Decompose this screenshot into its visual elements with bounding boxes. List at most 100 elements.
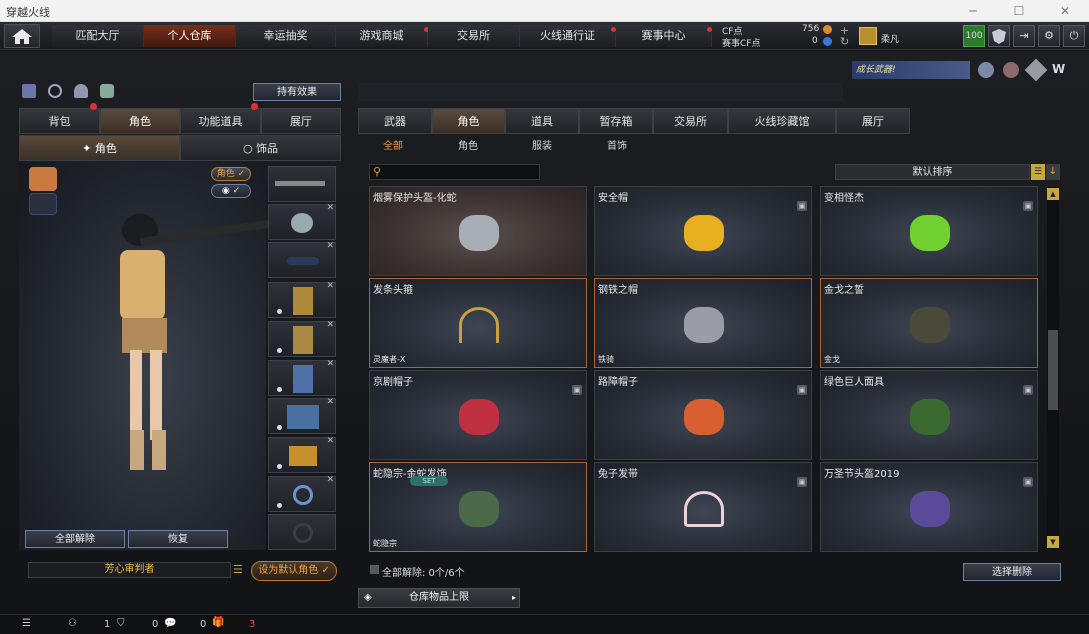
unequip-all-button[interactable]: 全部解除 (25, 530, 125, 548)
slot-ring[interactable]: ✕ (268, 475, 336, 512)
hardhat-icon (684, 215, 724, 251)
list-view-icon[interactable]: ☰ (1031, 164, 1045, 180)
right-tab-weapons[interactable]: 武器 (358, 108, 432, 134)
nav-tab-match-lobby[interactable]: 匹配大厅 (52, 25, 144, 47)
right-tab-storage[interactable]: 暂存箱 (579, 108, 653, 134)
sparkle-person-icon: ✦ (82, 142, 95, 155)
nav-tab-battle-pass[interactable]: 火线通行证 (520, 25, 616, 47)
item-card[interactable]: 绿色巨人面具 ▣ (820, 370, 1038, 460)
target-icon[interactable] (1003, 62, 1019, 78)
item-card[interactable]: 金戈之誓 金戈 (820, 278, 1038, 368)
sort-direction-icon[interactable]: ↓ (1046, 164, 1060, 180)
slot-helmet[interactable]: ✕ (268, 203, 336, 240)
left-tab-function-items[interactable]: 功能道具 (180, 108, 261, 134)
remove-icon[interactable]: ✕ (326, 320, 334, 330)
shield-small-icon[interactable]: ⛉ (117, 618, 125, 629)
item-card[interactable]: 万圣节头盔2019 ▣ (820, 462, 1038, 552)
slot-boots[interactable]: ✕ (268, 436, 336, 473)
v-emblem-icon[interactable]: W (1052, 62, 1068, 78)
effects-button[interactable]: 持有效果 (253, 83, 341, 101)
rank-button[interactable] (988, 25, 1010, 47)
gift-icon[interactable]: 🎁 (212, 617, 224, 628)
sort-dropdown[interactable]: 默认排序 (835, 164, 1030, 180)
slot-gloves[interactable]: ✕ (268, 320, 336, 357)
scroll-down-icon[interactable]: ▼ (1047, 536, 1059, 548)
slot-shoulder[interactable]: ✕ (268, 359, 336, 396)
item-card[interactable]: 安全帽 ▣ (594, 186, 812, 276)
item-card[interactable]: 烟雾保护头盔-化蛇 (369, 186, 587, 276)
search-input[interactable]: ⚲ (369, 164, 540, 180)
item-card[interactable]: 兔子发带 ▣ (594, 462, 812, 552)
nav-tab-game-shop[interactable]: 游戏商城 (336, 25, 428, 47)
empty-slot-icon (293, 523, 313, 543)
alt-emblem-icon[interactable] (29, 193, 57, 215)
item-card[interactable]: 蛇隐宗-金蛇发饰 蛇隐宗 SET (369, 462, 587, 552)
subtab-accessories[interactable]: ○ 饰品 (180, 135, 341, 161)
right-tab-items[interactable]: 道具 (505, 108, 579, 134)
remove-icon[interactable]: ✕ (326, 203, 334, 213)
right-tab-character[interactable]: 角色 (432, 108, 505, 134)
growth-weapon-banner[interactable]: 成长武器! (852, 61, 970, 79)
nav-tab-exchange[interactable]: 交易所 (428, 25, 520, 47)
filter-clothing[interactable]: 服装 (517, 137, 567, 157)
remove-icon[interactable]: ✕ (326, 281, 334, 291)
slot-armor[interactable]: ✕ (268, 281, 336, 318)
warehouse-limit-bar[interactable]: ◈ 仓库物品上限 ▸ (358, 588, 520, 608)
minimize-button[interactable]: ─ (950, 0, 996, 22)
settings-button[interactable]: ⚙ (1038, 25, 1060, 47)
power-button[interactable]: ⏻ (1063, 25, 1085, 47)
right-tab-exchange[interactable]: 交易所 (653, 108, 728, 134)
list-icon[interactable]: ☰ (233, 562, 247, 578)
subtab-character[interactable]: ✦ 角色 (19, 135, 180, 161)
filter-all[interactable]: 全部 (368, 137, 418, 157)
bag-icon[interactable] (100, 84, 114, 98)
restore-button[interactable]: 恢复 (128, 530, 228, 548)
role-toggle[interactable]: 角色 ✓ (211, 167, 251, 181)
slot-empty[interactable] (268, 514, 336, 550)
scroll-up-icon[interactable]: ▲ (1047, 188, 1059, 200)
menu-icon[interactable]: ☰ (22, 618, 31, 629)
select-delete-button[interactable]: 选择删除 (963, 563, 1061, 581)
filter-jewelry[interactable]: 首饰 (592, 137, 642, 157)
person-icon[interactable] (74, 84, 88, 98)
rotate-icon[interactable] (48, 84, 62, 98)
item-card[interactable]: 钢铁之帽 铁骑 (594, 278, 812, 368)
set-default-role-button[interactable]: 设为默认角色 ✓ (251, 561, 337, 581)
checkbox-icon[interactable] (370, 565, 379, 574)
remove-icon[interactable]: ✕ (326, 475, 334, 485)
left-tab-character[interactable]: 角色 (100, 108, 180, 134)
badge-icon[interactable] (978, 62, 994, 78)
right-tab-collection[interactable]: 火线珍藏馆 (728, 108, 836, 134)
remove-icon[interactable]: ✕ (326, 241, 334, 251)
slot-glasses[interactable]: ✕ (268, 241, 336, 278)
item-card[interactable]: 变相怪杰 ▣ (820, 186, 1038, 276)
remove-icon[interactable]: ✕ (326, 359, 334, 369)
nav-tab-lucky-draw[interactable]: 幸运抽奖 (236, 25, 336, 47)
item-card[interactable]: 京剧帽子 ▣ (369, 370, 587, 460)
wolf-emblem-icon[interactable] (29, 167, 57, 191)
refresh-icon[interactable]: ↻ (840, 35, 849, 48)
right-tab-showroom[interactable]: 展厅 (836, 108, 910, 134)
nav-tab-tournament[interactable]: 赛事中心 (616, 25, 712, 47)
friends-icon[interactable]: ⚇ (68, 618, 77, 629)
slot-belt[interactable]: ✕ (268, 397, 336, 434)
level-badge[interactable]: 100 (963, 25, 985, 47)
chat-icon[interactable]: 💬 (164, 618, 176, 629)
item-card[interactable]: 路障帽子 ▣ (594, 370, 812, 460)
close-button[interactable]: ✕ (1042, 0, 1088, 22)
home-button[interactable] (4, 24, 40, 48)
building-icon[interactable] (22, 84, 36, 98)
maximize-button[interactable]: ☐ (996, 0, 1042, 22)
scrollbar-thumb[interactable] (1048, 330, 1058, 410)
slot-primary-weapon[interactable] (268, 166, 336, 202)
exit-room-button[interactable]: ⇥ (1013, 25, 1035, 47)
left-tab-backpack[interactable]: 背包 (19, 108, 100, 134)
avatar[interactable] (859, 27, 877, 45)
item-card[interactable]: 发条头箍 灵魔者-X (369, 278, 587, 368)
eye-toggle[interactable]: ◉ ✓ (211, 184, 251, 198)
filter-character[interactable]: 角色 (443, 137, 493, 157)
remove-icon[interactable]: ✕ (326, 397, 334, 407)
left-tab-showroom[interactable]: 展厅 (261, 108, 341, 134)
nav-tab-personal-warehouse[interactable]: 个人仓库 (144, 25, 236, 47)
remove-icon[interactable]: ✕ (326, 436, 334, 446)
